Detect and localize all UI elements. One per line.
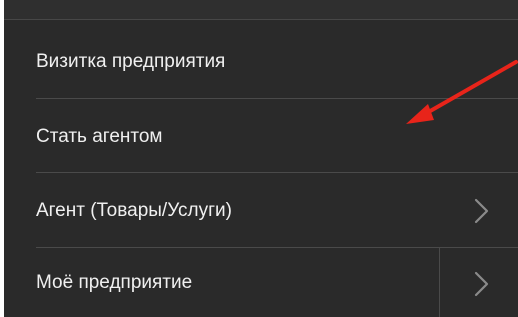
- menu-top-divider: [4, 19, 518, 20]
- menu-item-company-card[interactable]: Визитка предприятия: [4, 24, 518, 100]
- menu-item-label: Моё предприятие: [36, 272, 193, 293]
- screenshot-frame: Визитка предприятия Стать агентом Агент …: [0, 0, 518, 317]
- chevron-right-icon[interactable]: [466, 191, 496, 231]
- menu-top-strip: [4, 0, 518, 20]
- menu-item-label: Стать агентом: [36, 126, 163, 147]
- menu-divider: [36, 98, 518, 99]
- menu-item-label: Агент (Товары/Услуги): [36, 200, 232, 221]
- menu-item-agent-goods-services[interactable]: Агент (Товары/Услуги): [4, 174, 518, 248]
- menu-item-become-agent[interactable]: Стать агентом: [4, 100, 518, 174]
- menu-item-label: Визитка предприятия: [36, 51, 226, 72]
- menu-item-my-company[interactable]: Моё предприятие: [4, 248, 518, 317]
- submenu-toggle-separator: [439, 248, 440, 317]
- navigation-menu: Визитка предприятия Стать агентом Агент …: [4, 0, 518, 317]
- menu-divider: [36, 172, 518, 173]
- chevron-right-icon[interactable]: [466, 264, 496, 304]
